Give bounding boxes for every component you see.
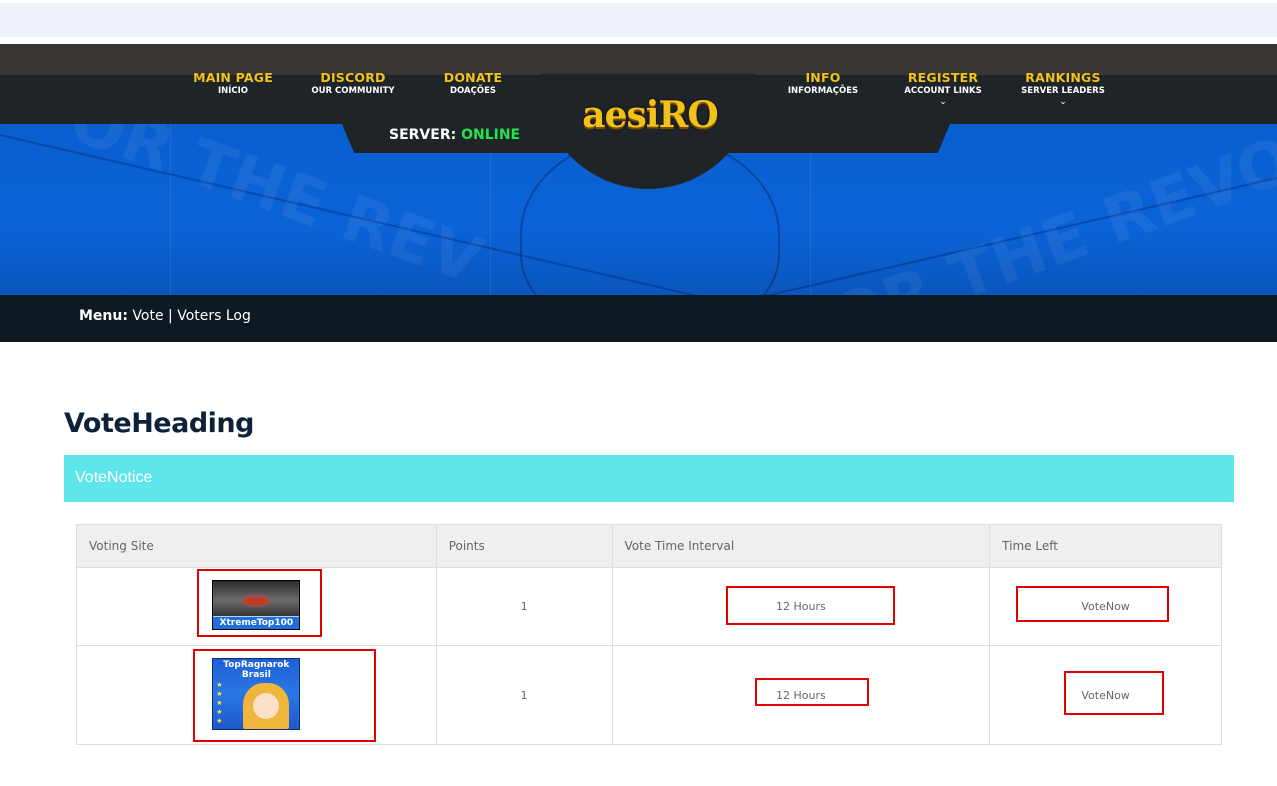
nav-title: DONATE: [443, 70, 503, 85]
highlight-box: [1016, 586, 1169, 622]
page-title: VoteHeading: [64, 408, 254, 439]
points-cell: 1: [435, 567, 613, 646]
points-cell: 1: [435, 645, 613, 745]
nav-discord[interactable]: DISCORD OUR COMMUNITY: [311, 70, 394, 96]
nav-title: INFO: [805, 70, 841, 85]
browser-top-strip: [0, 3, 1277, 37]
column-header-voting-site: Voting Site: [76, 524, 437, 568]
sub-menu-voters-log-link[interactable]: Voters Log: [177, 308, 251, 324]
highlight-box: [755, 678, 869, 706]
site-logo[interactable]: aesiRO: [582, 94, 718, 136]
table-header-row: Voting Site Points Vote Time Interval Ti…: [76, 524, 1222, 568]
sub-menu-separator: |: [168, 308, 173, 324]
nav-info[interactable]: INFO INFORMAÇÕES: [788, 70, 858, 96]
highlight-box: [193, 649, 376, 742]
nav-subtitle: ACCOUNT LINKS: [904, 86, 982, 96]
server-status-value: ONLINE: [461, 127, 521, 143]
server-status-label: SERVER:: [389, 127, 457, 143]
nav-register[interactable]: REGISTER ACCOUNT LINKS ⌄: [904, 70, 981, 106]
nav-rankings[interactable]: RANKINGS SERVER LEADERS ⌄: [1021, 70, 1105, 106]
sub-menu-vote-link[interactable]: Vote: [132, 308, 163, 324]
nav-title: REGISTER: [907, 70, 979, 85]
column-header-vote-time-interval: Vote Time Interval: [611, 524, 991, 568]
chevron-down-icon: ⌄: [939, 96, 947, 106]
nav-subtitle: OUR COMMUNITY: [311, 86, 395, 96]
nav-subtitle: INÍCIO: [217, 86, 249, 96]
nav-title: RANKINGS: [1025, 70, 1101, 85]
nav-donate[interactable]: DONATE DOAÇÕES: [444, 70, 502, 96]
highlight-box: [1064, 671, 1164, 715]
nav-title: MAIN PAGE: [193, 70, 273, 85]
column-header-time-left: Time Left: [989, 524, 1222, 568]
highlight-box: [197, 569, 322, 637]
vote-notice: VoteNotice: [64, 455, 1234, 502]
vote-notice-text: VoteNotice: [75, 469, 153, 486]
sub-menu: Menu: Vote | Voters Log: [79, 308, 251, 324]
chevron-down-icon: ⌄: [1059, 96, 1067, 106]
nav-subtitle: SERVER LEADERS: [1021, 86, 1105, 96]
server-status: SERVER: ONLINE: [389, 127, 520, 143]
highlight-box: [726, 586, 895, 625]
nav-subtitle: DOAÇÕES: [449, 86, 497, 96]
nav-subtitle: INFORMAÇÕES: [787, 86, 859, 96]
column-header-points: Points: [435, 524, 613, 568]
site-header: OR THE REV OR THE REVO MAIN PAGE INÍCIO …: [0, 44, 1277, 342]
nav-main-page[interactable]: MAIN PAGE INÍCIO: [193, 70, 273, 96]
sub-menu-label: Menu:: [79, 308, 128, 324]
nav-title: DISCORD: [320, 70, 386, 85]
